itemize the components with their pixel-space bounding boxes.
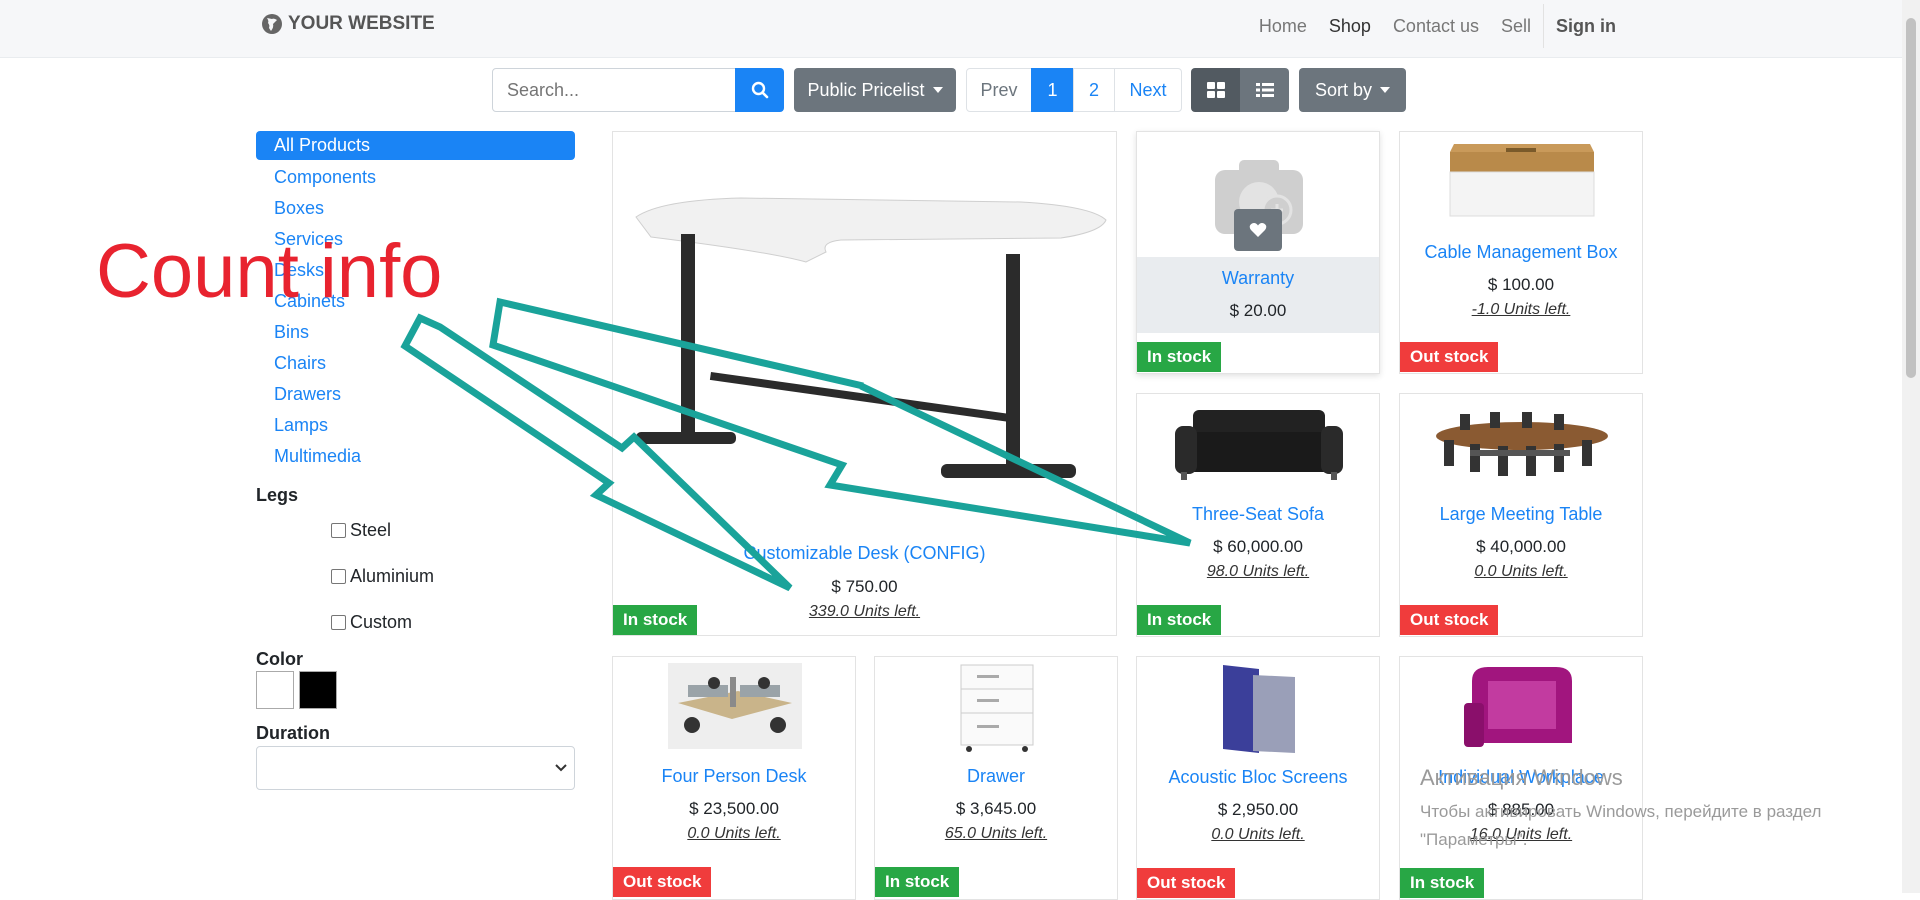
windows-activation-title: Активация Windows bbox=[1420, 765, 1623, 790]
annotation-arrow-right bbox=[489, 297, 1192, 547]
scrollbar-thumb[interactable] bbox=[1906, 18, 1916, 378]
windows-activation-body: Чтобы активировать Windows, перейдите в … bbox=[1420, 802, 1822, 849]
annotation-arrows bbox=[400, 297, 1192, 592]
page-scrollbar[interactable] bbox=[1902, 0, 1920, 893]
